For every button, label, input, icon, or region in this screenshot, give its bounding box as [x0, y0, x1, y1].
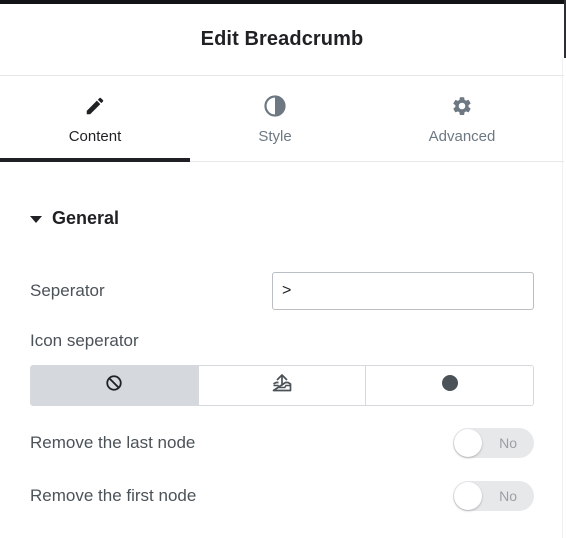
toggle-knob [454, 482, 482, 510]
gear-icon [451, 94, 473, 118]
half-circle-icon [263, 94, 287, 118]
tab-label: Style [258, 128, 292, 145]
tab-label: Advanced [428, 128, 496, 145]
dot-icon [441, 374, 459, 397]
pencil-icon [84, 94, 106, 118]
toggle-state-text: No [499, 435, 517, 451]
tab-style[interactable]: Style [190, 76, 360, 161]
remove-last-node-toggle[interactable]: No [453, 428, 534, 458]
toggle-knob [454, 429, 482, 457]
choice-upload-icon[interactable] [198, 366, 367, 405]
remove-first-node-label: Remove the first node [30, 486, 197, 505]
section-title: General [52, 208, 120, 228]
panel-header: Edit Breadcrumb [0, 4, 564, 76]
tab-label: Content [68, 128, 122, 145]
section-general-toggle[interactable]: General [30, 208, 119, 229]
caret-down-icon [30, 215, 42, 223]
separator-label: Seperator [30, 281, 105, 300]
upload-tray-icon [271, 373, 293, 398]
separator-input[interactable] [272, 272, 534, 310]
ban-icon [105, 374, 123, 397]
choice-dot[interactable] [366, 366, 533, 405]
remove-first-node-toggle[interactable]: No [453, 481, 534, 511]
choice-none[interactable] [31, 366, 199, 405]
tab-bar: Content Style Advanced [0, 76, 564, 162]
icon-separator-label: Icon seperator [30, 331, 139, 350]
panel-title: Edit Breadcrumb [200, 28, 364, 50]
tab-advanced[interactable]: Advanced [360, 76, 564, 161]
remove-last-node-label: Remove the last node [30, 433, 196, 452]
toggle-state-text: No [499, 488, 517, 504]
icon-separator-choices [30, 365, 534, 406]
tab-content[interactable]: Content [0, 76, 190, 162]
